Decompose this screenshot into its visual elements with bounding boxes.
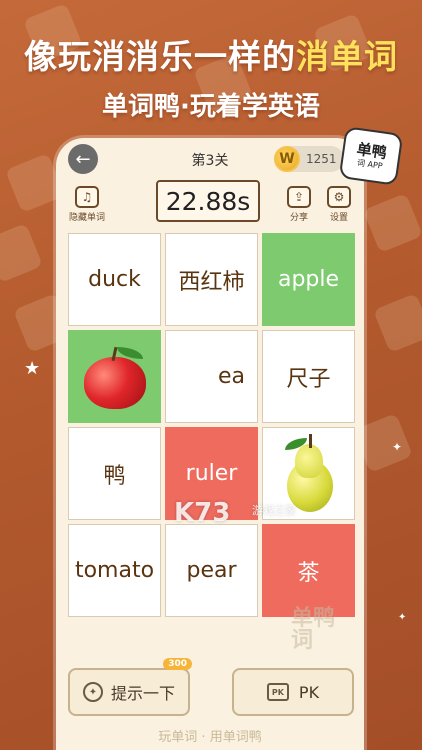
word-card[interactable]: duck (68, 233, 161, 326)
promo-headline: 像玩消消乐一样的消单词 (0, 30, 422, 78)
card-text: 茶 (297, 560, 320, 586)
game-screen: ← 第3关 W 1251 单鸭 词 APP ♫ 隐藏单词 22.88s ⇪ 分享… (56, 126, 404, 750)
watermark-small-text: 游戏之家 (252, 504, 296, 517)
star-icon: ✦ (398, 612, 407, 623)
settings-icon: ⚙ (327, 186, 351, 208)
image-card-apple[interactable] (68, 330, 161, 423)
lightbulb-icon: ✦ (82, 682, 103, 702)
word-grid: duck 西红柿 apple ea 尺子 鸭 ruler tomato pear… (68, 233, 356, 617)
coin-balance[interactable]: W 1251 (274, 146, 344, 172)
share-button[interactable]: ⇪ 分享 (282, 186, 316, 223)
pk-label: PK (298, 682, 320, 702)
card-text: ruler (185, 461, 238, 486)
hint-label: 提示一下 (110, 684, 175, 703)
coin-icon: W (274, 146, 300, 172)
logo-watermark: 单鸭词 (291, 606, 336, 653)
tool-label: 设置 (329, 213, 348, 223)
pk-button[interactable]: PK PK (232, 668, 354, 716)
headline-highlight: 消单词 (296, 37, 398, 76)
card-text: pear (186, 558, 237, 583)
card-text: tomato (74, 558, 155, 583)
card-text: 西红柿 (178, 269, 245, 295)
watermark-text: K73 (174, 498, 231, 528)
card-text: 鸭 (103, 463, 126, 489)
promo-subline: 单词鸭·玩着学英语 (102, 92, 320, 122)
word-card[interactable]: ea (165, 330, 258, 423)
card-text: 尺子 (286, 366, 331, 392)
top-bar: ← 第3关 W 1251 单鸭 词 APP (56, 126, 404, 186)
app-logo: 单鸭 词 APP (338, 126, 404, 186)
star-icon: ★ (24, 358, 41, 379)
site-watermark: K73 游戏之家 (174, 498, 374, 538)
logo-subtext: 词 APP (356, 157, 384, 171)
headphones-icon: ♫ (75, 186, 99, 208)
share-icon: ⇪ (287, 186, 311, 208)
word-card[interactable]: 鸭 (68, 427, 161, 520)
timer-display: 22.88s (156, 180, 260, 222)
tool-label: 分享 (289, 213, 308, 223)
apple-image (82, 346, 148, 409)
word-card-matched[interactable]: apple (262, 233, 355, 326)
tool-row: ♫ 隐藏单词 22.88s ⇪ 分享 ⚙ 设置 (56, 180, 364, 224)
star-icon: ✦ (392, 440, 403, 454)
word-card[interactable]: tomato (68, 524, 161, 617)
word-card[interactable]: 尺子 (262, 330, 355, 423)
card-text: duck (88, 267, 141, 292)
coin-count: 1251 (306, 152, 337, 166)
card-text: ea (217, 364, 246, 389)
pk-icon: PK (266, 683, 289, 701)
hint-cost-badge: 300 (163, 658, 192, 670)
word-card[interactable]: 西红柿 (165, 233, 258, 326)
hint-button[interactable]: ✦ 提示一下 300 (68, 658, 192, 716)
tool-label: 隐藏单词 (69, 213, 106, 223)
hide-words-button[interactable]: ♫ 隐藏单词 (69, 186, 106, 223)
settings-button[interactable]: ⚙ 设置 (322, 186, 356, 223)
card-text: apple (277, 267, 340, 292)
headline-text: 像玩消消乐一样的 (24, 37, 296, 76)
footer-slogan: 玩单词 · 用单词鸭 (158, 730, 262, 745)
